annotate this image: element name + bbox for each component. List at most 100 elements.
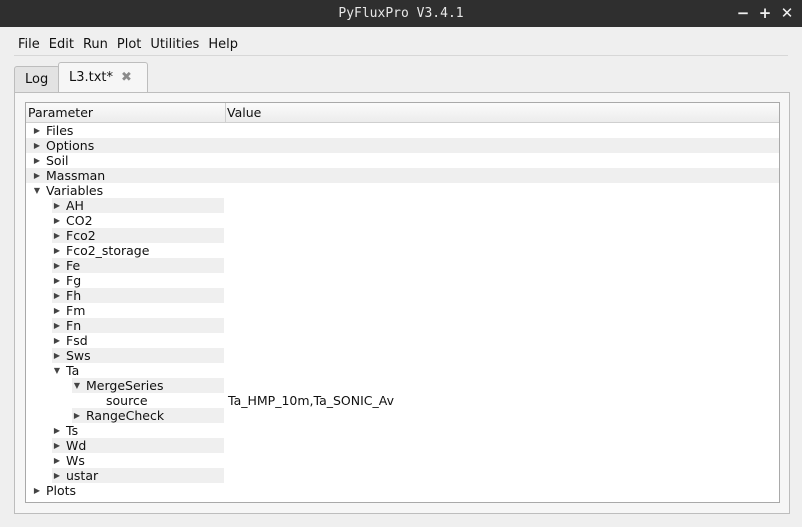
expand-arrow-right-icon[interactable]: ▶ bbox=[52, 348, 62, 363]
tab-l3-txt[interactable]: L3.txt* ✖ bbox=[58, 62, 148, 93]
tree-item-label: Ta bbox=[66, 363, 80, 378]
tree-row[interactable]: ▶ Fn bbox=[26, 318, 779, 333]
expand-arrow-right-icon[interactable]: ▶ bbox=[32, 123, 42, 138]
tree-row[interactable]: ▶ Wd bbox=[26, 438, 779, 453]
tree-row[interactable]: ▶ Fg bbox=[26, 273, 779, 288]
tree-row[interactable]: ▶ Sws bbox=[26, 348, 779, 363]
tree-row[interactable]: ▶ Soil bbox=[26, 153, 779, 168]
tree-row[interactable]: ▶ Massman bbox=[26, 168, 779, 183]
close-button[interactable]: ✕ bbox=[778, 4, 796, 22]
tree-item-label: Fh bbox=[66, 288, 82, 303]
expand-arrow-right-icon[interactable]: ▶ bbox=[52, 453, 62, 468]
expand-arrow-right-icon[interactable]: ▶ bbox=[52, 318, 62, 333]
column-header-parameter[interactable]: Parameter bbox=[26, 103, 226, 122]
tree-rows: ▶ Files ▶ Options ▶ Soil ▶ Massman ▼ Variables ▶ AH… bbox=[26, 123, 779, 498]
tree-item-label: Massman bbox=[46, 168, 106, 183]
tree-item-label: Variables bbox=[46, 183, 104, 198]
title-bar: PyFluxPro V3.4.1 − + ✕ bbox=[0, 0, 802, 27]
tree-row[interactable]: ▶ RangeCheck bbox=[26, 408, 779, 423]
tab-l3-label: L3.txt* bbox=[69, 70, 114, 85]
tree-row[interactable]: ▶ Fco2_storage bbox=[26, 243, 779, 258]
close-icon[interactable]: ✖ bbox=[121, 63, 132, 93]
expand-arrow-down-icon[interactable]: ▼ bbox=[32, 183, 42, 198]
tree-row[interactable]: ▶ Fsd bbox=[26, 333, 779, 348]
tree-item-label: Ws bbox=[66, 453, 85, 468]
tree-row[interactable]: ▶ CO2 bbox=[26, 213, 779, 228]
menu-divider bbox=[14, 55, 788, 56]
menu-plot[interactable]: Plot bbox=[113, 35, 146, 55]
expand-arrow-right-icon[interactable]: ▶ bbox=[32, 138, 42, 153]
tree-row[interactable]: ▼ Ta bbox=[26, 363, 779, 378]
expand-arrow-right-icon[interactable]: ▶ bbox=[52, 273, 62, 288]
expand-arrow-right-icon[interactable]: ▶ bbox=[32, 168, 42, 183]
tree-item-label: Fe bbox=[66, 258, 81, 273]
tab-log[interactable]: Log bbox=[14, 66, 60, 93]
tree-item-label: Fn bbox=[66, 318, 82, 333]
tree-item-label: AH bbox=[66, 198, 84, 213]
tree-item-label: Fg bbox=[66, 273, 82, 288]
expand-arrow-right-icon[interactable]: ▶ bbox=[52, 468, 62, 483]
tree-header: Parameter Value bbox=[26, 103, 779, 123]
menu-bar: File Edit Run Plot Utilities Help bbox=[14, 35, 243, 55]
tree-item-value[interactable]: Ta_HMP_10m,Ta_SONIC_Av bbox=[228, 393, 394, 408]
window-title: PyFluxPro V3.4.1 bbox=[338, 6, 464, 21]
expand-arrow-down-icon[interactable]: ▼ bbox=[72, 378, 82, 393]
minimize-button[interactable]: − bbox=[734, 4, 752, 22]
tree-row[interactable]: ▶ Ws bbox=[26, 453, 779, 468]
tree-item-label: Wd bbox=[66, 438, 87, 453]
column-header-value[interactable]: Value bbox=[225, 103, 261, 122]
tree-row[interactable]: ▶ Ts bbox=[26, 423, 779, 438]
row-stripe bbox=[26, 138, 779, 153]
tab-log-label: Log bbox=[25, 72, 49, 87]
expand-arrow-right-icon[interactable]: ▶ bbox=[52, 258, 62, 273]
tree-item-label: Fm bbox=[66, 303, 86, 318]
tree-item-label: Fco2_storage bbox=[66, 243, 150, 258]
menu-run[interactable]: Run bbox=[79, 35, 112, 55]
menu-edit[interactable]: Edit bbox=[45, 35, 78, 55]
expand-arrow-right-icon[interactable]: ▶ bbox=[32, 153, 42, 168]
menu-file[interactable]: File bbox=[14, 35, 44, 55]
tree-item-label: Ts bbox=[66, 423, 79, 438]
tree-item-label: Plots bbox=[46, 483, 77, 498]
parameter-tree[interactable]: Parameter Value ▶ Files ▶ Options ▶ Soil ▶ Mass… bbox=[25, 102, 780, 503]
tree-item-label: Fsd bbox=[66, 333, 88, 348]
tree-item-label: Soil bbox=[46, 153, 69, 168]
tree-row[interactable]: ▶ Fh bbox=[26, 288, 779, 303]
expand-arrow-right-icon[interactable]: ▶ bbox=[72, 408, 82, 423]
tree-row[interactable]: ▶ Plots bbox=[26, 483, 779, 498]
tree-row[interactable]: ▶ AH bbox=[26, 198, 779, 213]
tree-row[interactable]: ▶ Options bbox=[26, 138, 779, 153]
tree-row[interactable]: ▶ Fco2 bbox=[26, 228, 779, 243]
tree-row[interactable]: source Ta_HMP_10m,Ta_SONIC_Av bbox=[26, 393, 779, 408]
tree-item-label: Options bbox=[46, 138, 95, 153]
menu-utilities[interactable]: Utilities bbox=[146, 35, 203, 55]
tree-item-label: RangeCheck bbox=[86, 408, 165, 423]
tree-item-label: CO2 bbox=[66, 213, 93, 228]
expand-arrow-right-icon[interactable]: ▶ bbox=[52, 438, 62, 453]
menu-help[interactable]: Help bbox=[204, 35, 242, 55]
tree-row[interactable]: ▼ MergeSeries bbox=[26, 378, 779, 393]
expand-arrow-right-icon[interactable]: ▶ bbox=[32, 483, 42, 498]
tree-item-label: Sws bbox=[66, 348, 91, 363]
tree-row[interactable]: ▶ ustar bbox=[26, 468, 779, 483]
expand-arrow-down-icon[interactable]: ▼ bbox=[52, 363, 62, 378]
tree-row[interactable]: ▶ Fe bbox=[26, 258, 779, 273]
expand-arrow-right-icon[interactable]: ▶ bbox=[52, 228, 62, 243]
tree-row[interactable]: ▶ Fm bbox=[26, 303, 779, 318]
row-stripe bbox=[26, 168, 779, 183]
tree-item-label: MergeSeries bbox=[86, 378, 164, 393]
tree-row[interactable]: ▶ Files bbox=[26, 123, 779, 138]
tree-item-label: Files bbox=[46, 123, 74, 138]
tree-item-label: Fco2 bbox=[66, 228, 96, 243]
expand-arrow-right-icon[interactable]: ▶ bbox=[52, 333, 62, 348]
tree-row[interactable]: ▼ Variables bbox=[26, 183, 779, 198]
expand-arrow-right-icon[interactable]: ▶ bbox=[52, 198, 62, 213]
tree-item-label: ustar bbox=[66, 468, 99, 483]
expand-arrow-right-icon[interactable]: ▶ bbox=[52, 288, 62, 303]
expand-arrow-right-icon[interactable]: ▶ bbox=[52, 213, 62, 228]
expand-arrow-right-icon[interactable]: ▶ bbox=[52, 423, 62, 438]
expand-arrow-right-icon[interactable]: ▶ bbox=[52, 243, 62, 258]
editor-pane: Parameter Value ▶ Files ▶ Options ▶ Soil ▶ Mass… bbox=[14, 92, 790, 514]
maximize-button[interactable]: + bbox=[756, 4, 774, 22]
expand-arrow-right-icon[interactable]: ▶ bbox=[52, 303, 62, 318]
